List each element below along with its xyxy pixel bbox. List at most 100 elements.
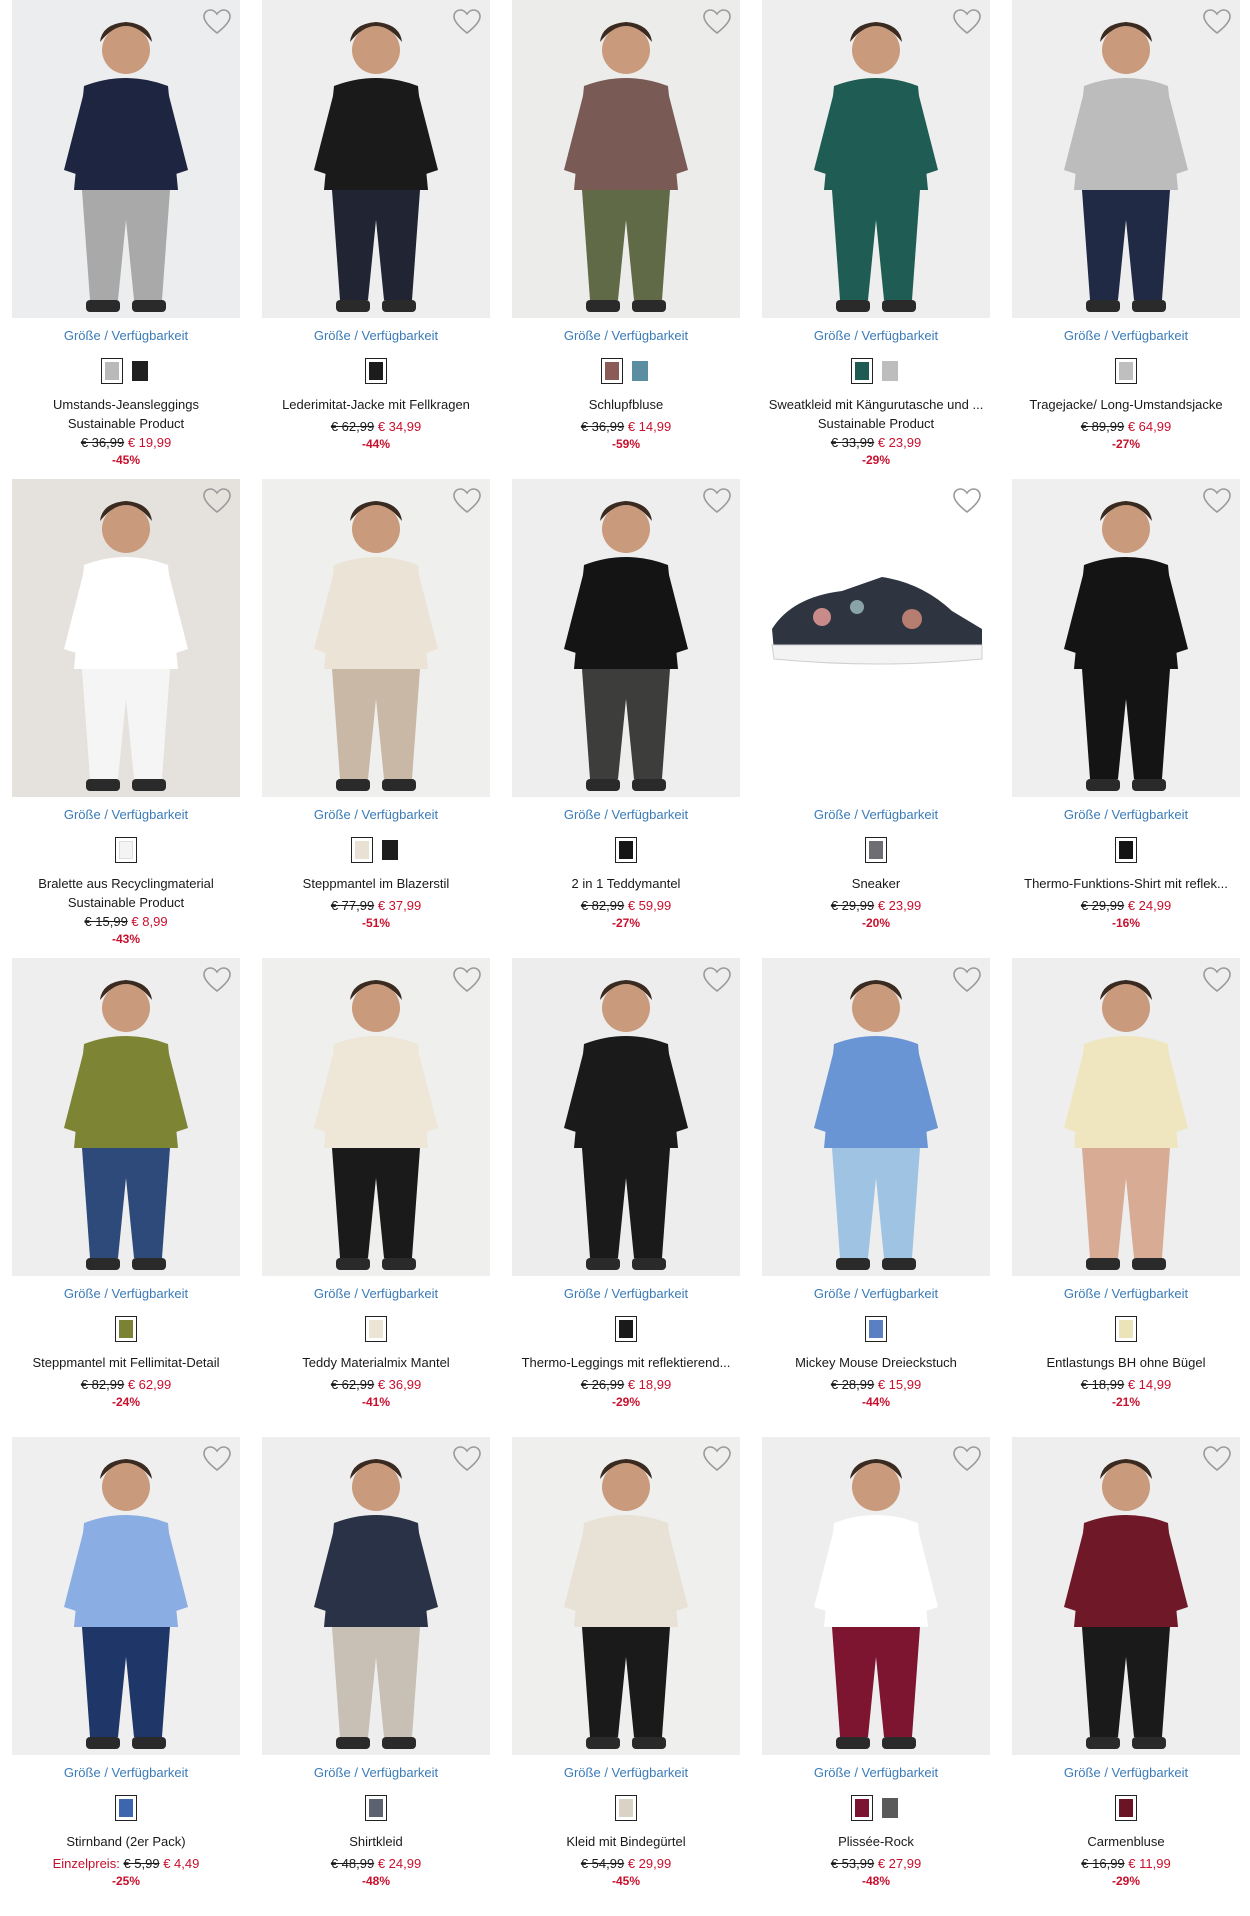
product-card[interactable]: Größe / Verfügbarkeit Entlastungs BH ohne… <box>1012 958 1240 1428</box>
product-image[interactable] <box>12 1437 240 1755</box>
color-swatch[interactable] <box>851 1795 873 1821</box>
color-swatch[interactable] <box>865 837 887 863</box>
size-availability-link[interactable]: Größe / Verfügbarkeit <box>12 328 240 343</box>
product-name[interactable]: Sneaker <box>762 876 990 891</box>
product-image[interactable] <box>512 958 740 1276</box>
color-swatch[interactable] <box>379 837 401 863</box>
product-card[interactable]: Größe / Verfügbarkeit Carmenbluse € 16,99 … <box>1012 1437 1240 1907</box>
color-swatch[interactable] <box>879 358 901 384</box>
product-card[interactable]: Größe / Verfügbarkeit Sneaker € 29,99 € 23… <box>762 479 990 949</box>
product-name[interactable]: Sweatkleid mit Kängurutasche und ... <box>762 397 990 412</box>
color-swatch[interactable] <box>615 1795 637 1821</box>
product-card[interactable]: Größe / Verfügbarkeit Stirnband (2er Pack… <box>12 1437 240 1907</box>
product-name[interactable]: Thermo-Funktions-Shirt mit reflek... <box>1012 876 1240 891</box>
size-availability-link[interactable]: Größe / Verfügbarkeit <box>1012 328 1240 343</box>
product-card[interactable]: Größe / Verfügbarkeit Shirtkleid € 48,99 €… <box>262 1437 490 1907</box>
size-availability-link[interactable]: Größe / Verfügbarkeit <box>512 328 740 343</box>
wishlist-heart-icon[interactable] <box>1202 487 1232 515</box>
wishlist-heart-icon[interactable] <box>202 8 232 36</box>
product-card[interactable]: Größe / Verfügbarkeit Lederimitat-Jacke m… <box>262 0 490 470</box>
product-name[interactable]: Plissée-Rock <box>762 1834 990 1849</box>
product-image[interactable] <box>1012 0 1240 318</box>
size-availability-link[interactable]: Größe / Verfügbarkeit <box>762 328 990 343</box>
color-swatch[interactable] <box>115 1795 137 1821</box>
product-card[interactable]: Größe / Verfügbarkeit Thermo-Funktions-Sh… <box>1012 479 1240 949</box>
wishlist-heart-icon[interactable] <box>202 487 232 515</box>
product-image[interactable] <box>512 479 740 797</box>
product-card[interactable]: Größe / Verfügbarkeit Teddy Materialmix M… <box>262 958 490 1428</box>
size-availability-link[interactable]: Größe / Verfügbarkeit <box>262 1765 490 1780</box>
wishlist-heart-icon[interactable] <box>702 8 732 36</box>
color-swatch[interactable] <box>1115 1795 1137 1821</box>
wishlist-heart-icon[interactable] <box>702 966 732 994</box>
size-availability-link[interactable]: Größe / Verfügbarkeit <box>1012 1765 1240 1780</box>
wishlist-heart-icon[interactable] <box>452 8 482 36</box>
color-swatch[interactable] <box>365 1316 387 1342</box>
wishlist-heart-icon[interactable] <box>702 487 732 515</box>
product-name[interactable]: Steppmantel mit Fellimitat-Detail <box>12 1355 240 1370</box>
size-availability-link[interactable]: Größe / Verfügbarkeit <box>262 1286 490 1301</box>
wishlist-heart-icon[interactable] <box>452 1445 482 1473</box>
wishlist-heart-icon[interactable] <box>1202 8 1232 36</box>
color-swatch[interactable] <box>629 358 651 384</box>
color-swatch[interactable] <box>1115 1316 1137 1342</box>
product-name[interactable]: Kleid mit Bindegürtel <box>512 1834 740 1849</box>
color-swatch[interactable] <box>1115 837 1137 863</box>
size-availability-link[interactable]: Größe / Verfügbarkeit <box>12 1765 240 1780</box>
wishlist-heart-icon[interactable] <box>202 1445 232 1473</box>
product-card[interactable]: Größe / Verfügbarkeit 2 in 1 Teddymantel €… <box>512 479 740 949</box>
product-image[interactable] <box>262 0 490 318</box>
product-name[interactable]: Bralette aus Recyclingmaterial <box>12 876 240 891</box>
product-name[interactable]: Tragejacke/ Long-Umstandsjacke <box>1012 397 1240 412</box>
size-availability-link[interactable]: Größe / Verfügbarkeit <box>262 328 490 343</box>
color-swatch[interactable] <box>1115 358 1137 384</box>
size-availability-link[interactable]: Größe / Verfügbarkeit <box>512 1286 740 1301</box>
color-swatch[interactable] <box>365 358 387 384</box>
wishlist-heart-icon[interactable] <box>702 1445 732 1473</box>
product-name[interactable]: Lederimitat-Jacke mit Fellkragen <box>262 397 490 412</box>
product-card[interactable]: Größe / Verfügbarkeit Thermo-Leggings mit… <box>512 958 740 1428</box>
product-image[interactable] <box>262 958 490 1276</box>
product-name[interactable]: Thermo-Leggings mit reflektierend... <box>512 1355 740 1370</box>
product-card[interactable]: Größe / Verfügbarkeit Schlupfbluse € 36,99… <box>512 0 740 470</box>
size-availability-link[interactable]: Größe / Verfügbarkeit <box>512 1765 740 1780</box>
product-name[interactable]: Stirnband (2er Pack) <box>12 1834 240 1849</box>
wishlist-heart-icon[interactable] <box>952 8 982 36</box>
product-card[interactable]: Größe / Verfügbarkeit Mickey Mouse Dreiec… <box>762 958 990 1428</box>
color-swatch[interactable] <box>851 358 873 384</box>
product-name[interactable]: Schlupfbluse <box>512 397 740 412</box>
product-name[interactable]: Entlastungs BH ohne Bügel <box>1012 1355 1240 1370</box>
product-card[interactable]: Größe / Verfügbarkeit Plissée-Rock € 53,99… <box>762 1437 990 1907</box>
product-image[interactable] <box>12 958 240 1276</box>
color-swatch[interactable] <box>115 837 137 863</box>
product-name[interactable]: 2 in 1 Teddymantel <box>512 876 740 891</box>
wishlist-heart-icon[interactable] <box>952 487 982 515</box>
color-swatch[interactable] <box>101 358 123 384</box>
product-name[interactable]: Umstands-Jeansleggings <box>12 397 240 412</box>
product-card[interactable]: Größe / Verfügbarkeit Umstands-Jeansleggi… <box>12 0 240 470</box>
product-image[interactable] <box>262 479 490 797</box>
product-image[interactable] <box>1012 1437 1240 1755</box>
color-swatch[interactable] <box>129 358 151 384</box>
product-image[interactable] <box>12 0 240 318</box>
product-name[interactable]: Mickey Mouse Dreieckstuch <box>762 1355 990 1370</box>
color-swatch[interactable] <box>865 1316 887 1342</box>
color-swatch[interactable] <box>615 1316 637 1342</box>
product-image[interactable] <box>262 1437 490 1755</box>
size-availability-link[interactable]: Größe / Verfügbarkeit <box>1012 1286 1240 1301</box>
wishlist-heart-icon[interactable] <box>202 966 232 994</box>
product-image[interactable] <box>512 0 740 318</box>
product-card[interactable]: Größe / Verfügbarkeit Steppmantel mit Fel… <box>12 958 240 1428</box>
product-card[interactable]: Größe / Verfügbarkeit Sweatkleid mit Käng… <box>762 0 990 470</box>
size-availability-link[interactable]: Größe / Verfügbarkeit <box>12 1286 240 1301</box>
product-image[interactable] <box>12 479 240 797</box>
product-name[interactable]: Carmenbluse <box>1012 1834 1240 1849</box>
wishlist-heart-icon[interactable] <box>952 966 982 994</box>
size-availability-link[interactable]: Größe / Verfügbarkeit <box>512 807 740 822</box>
product-card[interactable]: Größe / Verfügbarkeit Kleid mit Bindegürt… <box>512 1437 740 1907</box>
size-availability-link[interactable]: Größe / Verfügbarkeit <box>1012 807 1240 822</box>
product-name[interactable]: Shirtkleid <box>262 1834 490 1849</box>
size-availability-link[interactable]: Größe / Verfügbarkeit <box>762 1286 990 1301</box>
wishlist-heart-icon[interactable] <box>1202 1445 1232 1473</box>
size-availability-link[interactable]: Größe / Verfügbarkeit <box>762 1765 990 1780</box>
